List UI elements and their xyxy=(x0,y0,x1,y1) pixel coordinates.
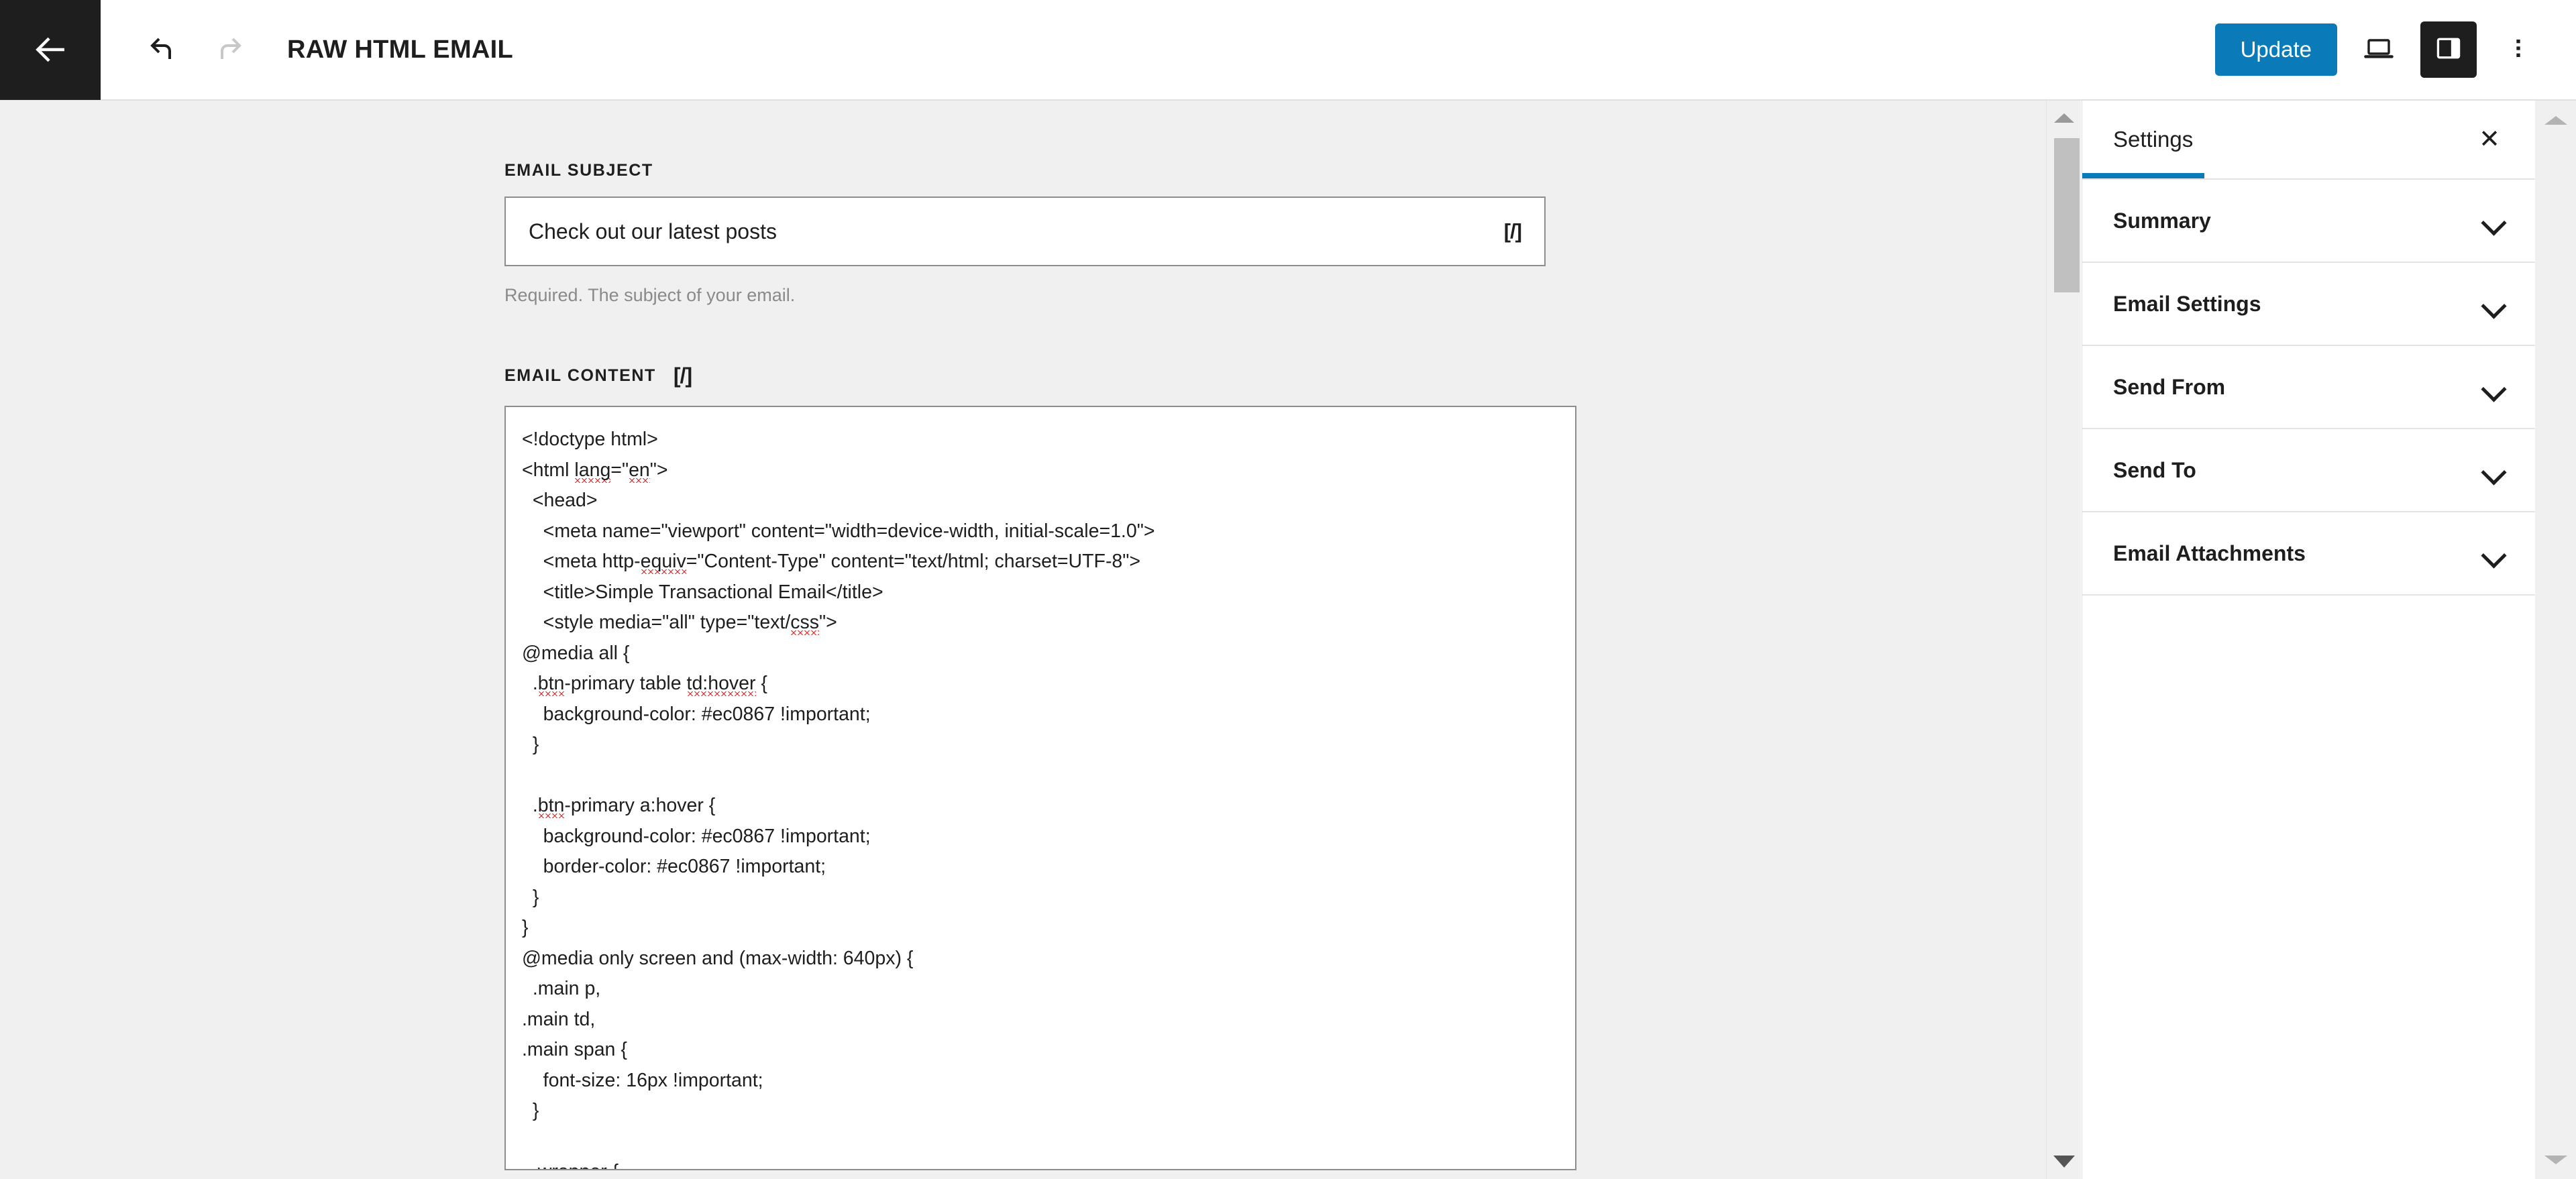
email-subject-input-wrapper[interactable]: Check out our latest posts [/] xyxy=(504,196,1546,266)
sidebar-section-send-from[interactable]: Send From xyxy=(2082,346,2535,429)
document-title: RAW HTML EMAIL xyxy=(287,35,514,64)
redo-button[interactable] xyxy=(201,21,259,78)
redo-arrow-icon xyxy=(214,32,246,68)
top-toolbar: RAW HTML EMAIL Update xyxy=(0,0,2576,101)
chevron-down-icon xyxy=(2483,380,2506,394)
kebab-menu-icon xyxy=(2505,35,2532,65)
toggle-settings-sidebar-button[interactable] xyxy=(2420,21,2477,78)
more-options-button[interactable] xyxy=(2486,17,2551,82)
sidebar-section-label: Send To xyxy=(2113,457,2196,482)
subject-code-toggle-icon[interactable]: [/] xyxy=(1504,219,1522,243)
email-content-field-group: EMAIL CONTENT [/] <!doctype html> <html … xyxy=(504,363,2046,1170)
sidebar-section-email-settings[interactable]: Email Settings xyxy=(2082,263,2535,346)
scroll-down-arrow-icon xyxy=(2544,1155,2567,1164)
scroll-up-arrow-icon xyxy=(2544,115,2567,125)
sidebar-section-summary[interactable]: Summary xyxy=(2082,180,2535,263)
sidebar-section-label: Summary xyxy=(2113,208,2211,233)
sidebar-section-label: Send From xyxy=(2113,374,2226,399)
window-scroll-down-button[interactable] xyxy=(2535,1143,2576,1176)
sidebar-section-label: Email Attachments xyxy=(2113,541,2306,565)
email-content-label: EMAIL CONTENT xyxy=(504,366,656,385)
editor-scrollbar[interactable] xyxy=(2046,101,2081,1179)
settings-sidebar-header: Settings ✕ xyxy=(2082,101,2535,178)
arrow-left-icon xyxy=(32,31,69,68)
scroll-down-arrow-icon xyxy=(2053,1156,2075,1168)
editor-scroll-down-button[interactable] xyxy=(2047,1145,2082,1178)
settings-tab[interactable]: Settings xyxy=(2113,127,2193,152)
active-tab-indicator xyxy=(2082,173,2204,178)
settings-sidebar: Settings ✕ Summary Email Settings Send F… xyxy=(2082,101,2535,1179)
email-content-code-editor[interactable]: <!doctype html> <html lang="en"> <head> … xyxy=(504,406,1576,1170)
sidebar-section-label: Email Settings xyxy=(2113,291,2261,316)
window-scrollbar[interactable] xyxy=(2535,101,2576,1179)
sidebar-panel-icon xyxy=(2434,34,2463,66)
email-subject-help-text: Required. The subject of your email. xyxy=(504,285,796,305)
sidebar-section-send-to[interactable]: Send To xyxy=(2082,429,2535,512)
toolbar-actions: Update xyxy=(2214,17,2576,82)
window-scroll-up-button[interactable] xyxy=(2535,103,2576,137)
chevron-down-icon xyxy=(2483,463,2506,477)
scroll-up-arrow-icon xyxy=(2054,113,2074,123)
undo-button[interactable] xyxy=(133,21,191,78)
sidebar-section-email-attachments[interactable]: Email Attachments xyxy=(2082,512,2535,596)
update-button[interactable]: Update xyxy=(2214,23,2337,76)
email-subject-input[interactable]: Check out our latest posts xyxy=(529,219,1504,244)
undo-arrow-icon xyxy=(146,32,178,68)
editor-canvas: EMAIL SUBJECT Check out our latest posts… xyxy=(0,101,2046,1179)
editor-app: RAW HTML EMAIL Update EMAIL SUBJECT Chec… xyxy=(0,0,2576,1179)
editor-scroll-thumb[interactable] xyxy=(2054,138,2080,292)
chevron-down-icon xyxy=(2483,214,2506,227)
chevron-down-icon xyxy=(2483,297,2506,311)
back-button[interactable] xyxy=(0,0,101,100)
editor-scroll-up-button[interactable] xyxy=(2047,102,2082,134)
close-sidebar-button[interactable]: ✕ xyxy=(2473,121,2506,158)
close-x-icon: ✕ xyxy=(2479,125,2500,154)
desktop-preview-icon xyxy=(2363,32,2395,68)
preview-button[interactable] xyxy=(2347,17,2411,82)
email-content-code-text[interactable]: <!doctype html> <html lang="en"> <head> … xyxy=(522,425,1556,1169)
email-subject-field-group: EMAIL SUBJECT Check out our latest posts… xyxy=(504,161,2046,306)
content-code-toggle-icon[interactable]: [/] xyxy=(674,363,692,388)
chevron-down-icon xyxy=(2483,547,2506,560)
email-subject-label: EMAIL SUBJECT xyxy=(504,161,653,180)
